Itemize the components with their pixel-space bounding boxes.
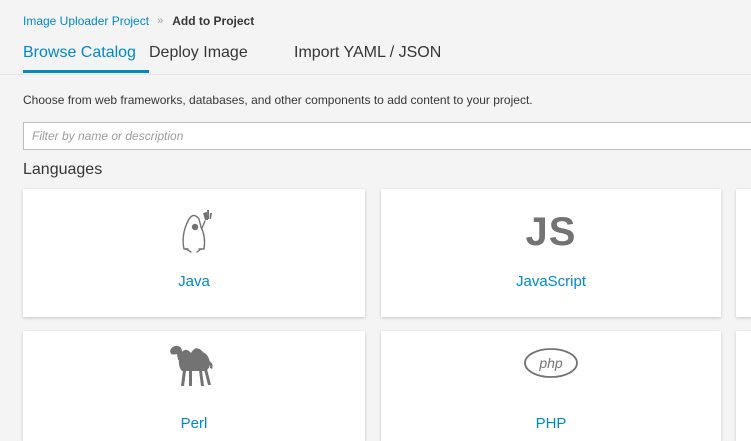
breadcrumb: Image Uploader Project » Add to Project	[23, 14, 254, 28]
tab-import-yaml-json[interactable]: Import YAML / JSON	[294, 42, 474, 72]
catalog-card-partial[interactable]	[736, 189, 751, 317]
javascript-icon: JS	[521, 207, 581, 257]
java-duke-icon	[164, 207, 224, 257]
tab-divider	[0, 74, 751, 75]
filter-input[interactable]	[23, 122, 751, 150]
card-label-php: PHP	[535, 415, 567, 432]
catalog-description: Choose from web frameworks, databases, a…	[23, 93, 533, 107]
tab-deploy-image[interactable]: Deploy Image	[149, 42, 294, 72]
breadcrumb-project-link[interactable]: Image Uploader Project	[23, 14, 149, 28]
tab-browse-catalog[interactable]: Browse Catalog	[23, 42, 149, 73]
add-to-project-page: Image Uploader Project » Add to Project …	[0, 0, 751, 441]
breadcrumb-current: Add to Project	[172, 14, 255, 28]
breadcrumb-separator: »	[157, 15, 164, 27]
catalog-card-javascript[interactable]: JS JavaScript	[381, 189, 721, 317]
svg-text:php: php	[538, 355, 563, 371]
catalog-card-perl[interactable]: Perl	[23, 331, 365, 441]
card-label-javascript: JavaScript	[515, 273, 587, 290]
section-title-languages: Languages	[23, 161, 103, 178]
tab-bar: Browse Catalog Deploy Image Import YAML …	[23, 42, 474, 73]
javascript-icon-text: JS	[525, 210, 577, 254]
catalog-card-partial-2[interactable]	[736, 331, 751, 441]
card-label-perl: Perl	[180, 415, 208, 432]
perl-camel-icon	[162, 339, 226, 389]
php-icon: php	[519, 339, 583, 389]
card-label-java: Java	[178, 273, 210, 290]
catalog-card-java[interactable]: Java	[23, 189, 365, 317]
catalog-card-php[interactable]: php PHP	[381, 331, 721, 441]
